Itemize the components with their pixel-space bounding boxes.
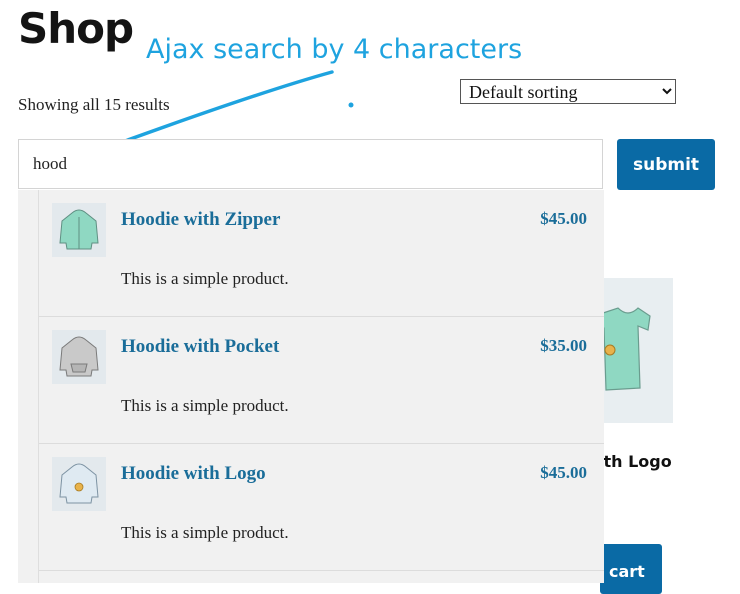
result-description: This is a simple product. (121, 269, 289, 288)
sorting-select[interactable]: Default sorting (460, 79, 676, 104)
hoodie-pocket-icon (59, 336, 99, 377)
result-price: $45.00 (540, 209, 587, 228)
search-result-item[interactable]: Hoodie with Zipper $45.00 This is a simp… (39, 190, 604, 317)
hoodie-zipper-icon (59, 209, 99, 250)
annotation-label: Ajax search by 4 characters (146, 34, 523, 65)
tshirt-icon (599, 307, 651, 391)
hoodie-logo-icon (59, 463, 99, 504)
result-description: This is a simple product. (121, 523, 289, 542)
background-product-image[interactable] (598, 278, 673, 423)
submit-button[interactable]: submit (617, 139, 715, 190)
result-title[interactable]: Hoodie with Zipper (121, 209, 280, 231)
results-count: Showing all 15 results (18, 95, 170, 114)
result-title[interactable]: Hoodie with Pocket (121, 336, 279, 358)
result-thumbnail[interactable] (52, 457, 106, 511)
search-result-item[interactable]: Hoodie with Pocket $35.00 This is a simp… (39, 317, 604, 444)
page-title: Shop (18, 4, 134, 53)
result-title[interactable]: Hoodie with Logo (121, 463, 266, 485)
search-input[interactable] (18, 139, 603, 189)
search-results-list: Hoodie with Zipper $45.00 This is a simp… (38, 190, 604, 583)
background-product-title[interactable]: ith Logo (598, 452, 672, 471)
result-thumbnail[interactable] (52, 203, 106, 257)
search-result-item[interactable]: Hoodie with Logo $45.00 This is a simple… (39, 444, 604, 571)
result-description: This is a simple product. (121, 396, 289, 415)
result-thumbnail[interactable] (52, 330, 106, 384)
result-price: $45.00 (540, 463, 587, 482)
result-price: $35.00 (540, 336, 587, 355)
search-results-dropdown: Hoodie with Zipper $45.00 This is a simp… (18, 190, 604, 583)
add-to-cart-button[interactable]: cart (600, 544, 662, 594)
